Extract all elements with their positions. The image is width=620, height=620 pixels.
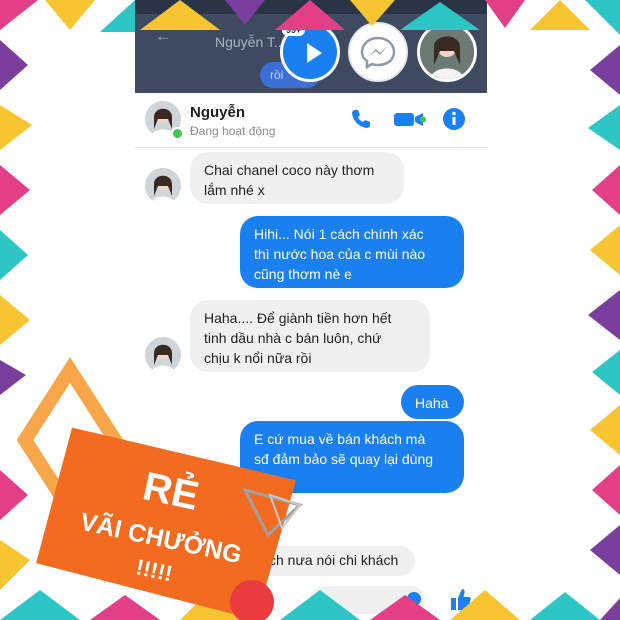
info-icon[interactable]	[442, 107, 466, 131]
thumbs-up-icon[interactable]	[448, 586, 472, 612]
messenger-chat-head[interactable]	[348, 22, 408, 82]
back-arrow-icon[interactable]: ←	[155, 28, 171, 46]
video-camera-icon[interactable]	[392, 107, 428, 131]
background-contact-name: Nguyễn T...	[215, 34, 286, 50]
avatar	[420, 25, 474, 79]
message-bubble-incoming[interactable]: ch nưa nói chi khách	[255, 546, 415, 576]
messenger-screenshot: ← Nguyễn T... rồi 99+ Nguyễn Đang hoạt đ…	[135, 0, 487, 620]
contact-chat-head[interactable]	[417, 22, 477, 82]
composer-bar	[135, 578, 487, 620]
message-bubble-outgoing[interactable]: Hihi... Nói 1 cách chính xác thì nước ho…	[240, 216, 464, 288]
contact-name: Nguyễn	[190, 104, 246, 121]
status-bar	[135, 0, 487, 14]
message-bubble-outgoing[interactable]: E cứ mua về bán khách mà sđ đảm bảo sẽ q…	[240, 421, 464, 493]
unread-badge: 99+	[282, 24, 306, 36]
active-status: Đang hoạt động	[190, 124, 276, 138]
message-bubble-outgoing[interactable]: Haha	[401, 385, 464, 419]
message-bubble-incoming[interactable]: Chai chanel coco này thơm lắm nhé x	[190, 152, 404, 204]
message-bubble-incoming[interactable]: Haha.... Để giành tiền hơn hết tinh dầu …	[190, 300, 430, 372]
phone-icon[interactable]	[349, 107, 373, 131]
promo-frame: ← Nguyễn T... rồi 99+ Nguyễn Đang hoạt đ…	[0, 0, 620, 620]
online-indicator	[171, 127, 184, 140]
messenger-icon	[360, 36, 396, 70]
avatar	[145, 168, 181, 204]
emoji-icon[interactable]	[407, 592, 421, 606]
conversation-header: Nguyễn Đang hoạt động	[135, 93, 487, 148]
avatar	[145, 337, 181, 373]
